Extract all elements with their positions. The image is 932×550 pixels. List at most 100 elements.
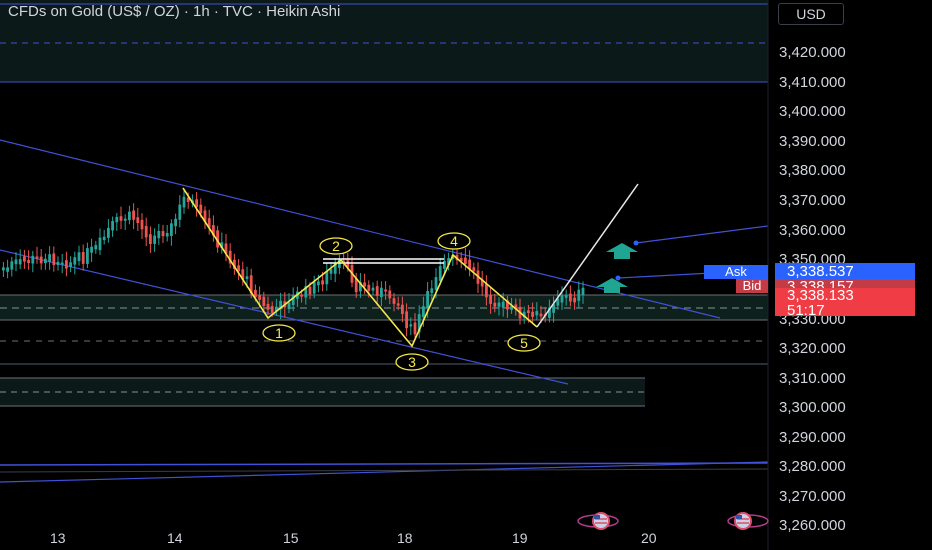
candle-body	[384, 289, 387, 292]
candle-body	[371, 287, 375, 291]
candle-body	[426, 291, 429, 308]
price-tick: 3,320.000	[779, 340, 846, 357]
candle-body	[44, 258, 47, 264]
candle-body	[102, 236, 106, 241]
date-tick: 15	[283, 530, 299, 546]
candle-body	[329, 269, 333, 274]
candle-body	[262, 296, 266, 307]
candle-body	[405, 311, 408, 329]
candle-body	[396, 303, 400, 306]
candle-body	[86, 248, 89, 264]
date-tick: 13	[50, 530, 66, 546]
price-tick: 3,360.000	[779, 222, 846, 239]
ask-tag: Ask	[704, 265, 768, 279]
candle-body	[422, 306, 425, 318]
bid-tag: Bid	[736, 279, 768, 293]
candle-body	[535, 311, 539, 316]
date-tick: 14	[167, 530, 183, 546]
candle-body	[182, 196, 186, 208]
price-tick: 3,310.000	[779, 370, 846, 387]
candle-body	[157, 230, 161, 239]
candle-body	[317, 281, 320, 286]
candle-body	[111, 221, 114, 231]
candle-body	[98, 237, 102, 251]
price-tick: 3,410.000	[779, 74, 846, 91]
candle-body	[321, 280, 324, 285]
candle-body	[388, 290, 392, 299]
candle-body	[65, 260, 68, 269]
wave-label: 5	[520, 335, 528, 351]
candle-body	[140, 219, 144, 230]
candle-body	[52, 253, 56, 266]
candle-body	[144, 225, 148, 238]
candle-body	[409, 324, 413, 327]
wave-label: 4	[450, 233, 458, 249]
wave-label: 1	[275, 325, 283, 341]
price-tick: 3,300.000	[779, 399, 846, 416]
arrow-up-icon	[596, 278, 628, 293]
candle-body	[501, 301, 505, 308]
date-tick: 19	[512, 530, 528, 546]
candle-body	[497, 302, 501, 307]
us-flag-icon[interactable]	[577, 512, 619, 530]
candle-body	[136, 217, 140, 224]
candle-body	[438, 266, 442, 281]
candle-body	[165, 233, 169, 237]
wave-label: 3	[408, 354, 416, 370]
candle-body	[115, 216, 119, 223]
candle-body	[170, 223, 173, 236]
candle-body	[493, 302, 497, 307]
candle-body	[489, 294, 492, 304]
elliott-wave-path[interactable]	[182, 187, 538, 348]
price-tick: 3,390.000	[779, 133, 846, 150]
candle-body	[60, 262, 64, 265]
chart-title[interactable]: CFDs on Gold (US$ / OZ) · 1h · TVC · Hei…	[8, 3, 340, 20]
price-tick: 3,420.000	[779, 44, 846, 61]
price-tick: 3,290.000	[779, 429, 846, 446]
currency-selector[interactable]: USD	[778, 3, 844, 25]
candle-body	[81, 252, 85, 264]
candle-body	[149, 234, 152, 244]
candle-body	[35, 256, 39, 259]
price-tick: 3,380.000	[779, 162, 846, 179]
target-line-1[interactable]	[635, 225, 769, 244]
candle-body	[107, 227, 110, 238]
last-price: 3,338.133	[787, 287, 854, 304]
candle-body	[174, 218, 177, 227]
candle-body	[2, 267, 5, 271]
candle-body	[132, 210, 135, 220]
candle-body	[77, 252, 81, 262]
candle-body	[430, 288, 434, 294]
price-tick: 3,260.000	[779, 517, 846, 534]
candle-body	[581, 287, 585, 295]
candle-body	[31, 255, 35, 264]
candle-body	[128, 211, 131, 221]
candle-body	[287, 302, 291, 310]
candle-body	[245, 276, 249, 280]
candle-body	[90, 246, 93, 253]
candle-body	[18, 259, 22, 265]
candle-body	[199, 204, 203, 214]
candle-body	[375, 286, 379, 296]
candle-body	[569, 293, 572, 302]
candle-body	[464, 257, 467, 265]
candle-body	[69, 262, 72, 267]
candle-body	[577, 289, 581, 301]
candle-body	[27, 260, 30, 264]
arrow-up-icon	[606, 243, 638, 259]
candle-body	[270, 306, 274, 313]
candle-body	[531, 311, 534, 317]
price-tick: 3,400.000	[779, 103, 846, 120]
date-tick: 18	[397, 530, 413, 546]
candle-body	[56, 261, 60, 266]
candle-body	[10, 261, 14, 270]
candle-body	[367, 284, 371, 291]
price-tick: 3,270.000	[779, 488, 846, 505]
us-flag-icon[interactable]	[727, 512, 769, 530]
candle-body	[23, 256, 26, 262]
candle-body	[73, 257, 77, 265]
candle-body	[392, 298, 396, 304]
candle-body	[119, 216, 123, 221]
date-tick: 20	[641, 530, 657, 546]
candle-body	[560, 295, 564, 303]
